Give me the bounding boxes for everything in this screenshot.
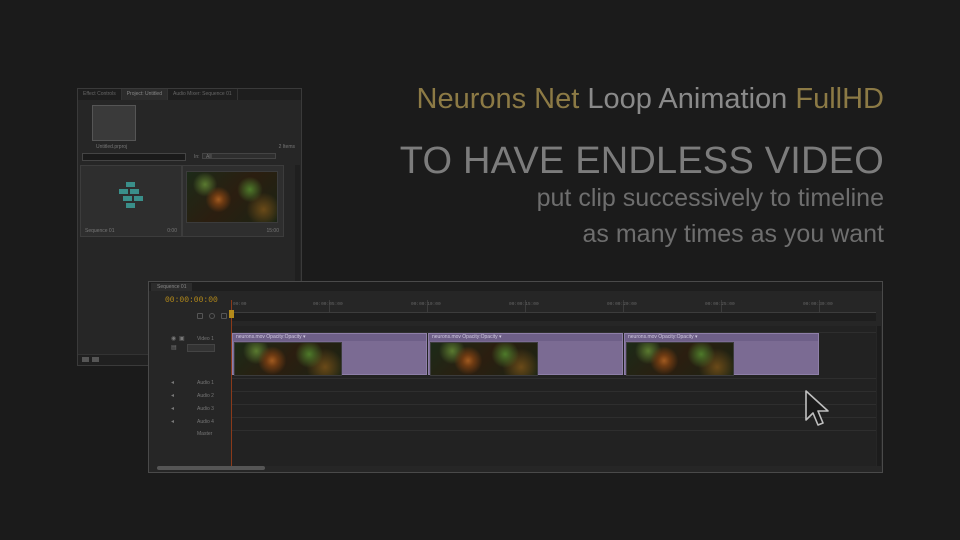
track-divider xyxy=(231,391,876,392)
ruler-tick: 00:00:10:00 xyxy=(411,302,441,307)
clip-name: neurons.mov Opacity:Opacity ▾ xyxy=(429,334,622,341)
clip-name: neurons.mov Opacity:Opacity ▾ xyxy=(233,334,426,341)
arrow-cursor-icon xyxy=(805,390,831,435)
project-name: Untitled.prproj xyxy=(96,144,128,150)
display-style-icon[interactable]: ▤ xyxy=(171,344,177,351)
timeline-tabbar: Sequence 01 xyxy=(149,282,882,291)
title-part-1: Neurons Net xyxy=(416,83,580,115)
timeline-hscrollbar[interactable] xyxy=(157,466,265,470)
track-divider xyxy=(231,430,876,431)
promo-sub-1: put clip successively to timeline xyxy=(536,184,884,212)
clip-thumbnail xyxy=(186,171,278,223)
bin-item-clip[interactable]: 15:00 xyxy=(182,165,284,237)
tab-audio-mixer[interactable]: Audio Mixer: Sequence 01 xyxy=(168,89,238,100)
title-part-2: Loop Animation xyxy=(587,83,788,115)
promo-big-text: TO HAVE ENDLESS VIDEO xyxy=(399,140,884,182)
timeline-panel: Sequence 01 00:00:00:00 00:00 00:00:05:0… xyxy=(148,281,883,473)
clip-thumbnail xyxy=(430,342,538,376)
track-divider xyxy=(231,378,876,379)
ruler-tick: 00:00 xyxy=(233,302,247,307)
bin-item-sequence[interactable]: Sequence 01 0:00 xyxy=(80,165,182,237)
track-label-master: Master xyxy=(197,431,213,437)
title-part-3: FullHD xyxy=(795,83,884,115)
playhead-handle[interactable] xyxy=(229,310,234,318)
ruler-tick: 00:00:30:00 xyxy=(803,302,833,307)
work-area-bar[interactable] xyxy=(231,313,876,321)
track-area[interactable]: neurons.mov Opacity:Opacity ▾ neurons.mo… xyxy=(231,326,876,466)
bin-duration: 0:00 xyxy=(167,228,177,234)
project-search-input[interactable] xyxy=(82,153,186,161)
tab-sequence[interactable]: Sequence 01 xyxy=(151,283,193,291)
project-preview-thumbnail xyxy=(92,105,136,141)
headline: Neurons Net Loop Animation FullHD xyxy=(417,82,885,116)
lock-icon[interactable]: ▣ xyxy=(179,335,185,342)
bin-duration: 15:00 xyxy=(266,228,279,234)
promo-sub-2: as many times as you want xyxy=(582,220,884,248)
ruler-tick: 00:00:25:00 xyxy=(705,302,735,307)
in-label: In: xyxy=(194,154,200,160)
speaker-icon[interactable]: ◂ xyxy=(171,392,174,399)
track-divider xyxy=(231,417,876,418)
time-ruler[interactable]: 00:00 00:00:05:00 00:00:10:00 00:00:15:0… xyxy=(231,300,876,313)
timeline-vscrollbar[interactable] xyxy=(877,326,881,466)
marker-button[interactable] xyxy=(209,313,215,319)
keyframe-nav[interactable] xyxy=(187,344,215,352)
track-label-video1: Video 1 xyxy=(197,336,214,342)
track-label-audio2: Audio 2 xyxy=(197,393,214,399)
track-divider xyxy=(231,404,876,405)
clip-name: neurons.mov Opacity:Opacity ▾ xyxy=(625,334,818,341)
speaker-icon[interactable]: ◂ xyxy=(171,405,174,412)
tab-project[interactable]: Project: Untitled xyxy=(121,89,168,100)
video-clip-2[interactable]: neurons.mov Opacity:Opacity ▾ xyxy=(428,333,623,376)
track-label-audio1: Audio 1 xyxy=(197,380,214,386)
speaker-icon[interactable]: ◂ xyxy=(171,418,174,425)
track-label-audio4: Audio 4 xyxy=(197,419,214,425)
snap-button[interactable] xyxy=(197,313,203,319)
clip-thumbnail xyxy=(626,342,734,376)
playhead-line[interactable] xyxy=(231,300,232,468)
tab-effect-controls[interactable]: Effect Controls xyxy=(78,89,122,100)
video-clip-3[interactable]: neurons.mov Opacity:Opacity ▾ xyxy=(624,333,819,376)
ruler-tick: 00:00:05:00 xyxy=(313,302,343,307)
video-clip-1[interactable]: neurons.mov Opacity:Opacity ▾ xyxy=(232,333,427,376)
bin-label: Sequence 01 xyxy=(85,228,115,234)
promo-title: Neurons Net Loop Animation FullHD xyxy=(417,82,885,116)
clip-thumbnail xyxy=(234,342,342,376)
keyframe-button[interactable] xyxy=(221,313,227,319)
track-label-audio3: Audio 3 xyxy=(197,406,214,412)
list-view-button[interactable] xyxy=(82,357,89,362)
in-select[interactable]: All xyxy=(202,153,276,160)
item-count: 2 Items xyxy=(278,144,295,150)
icon-view-button[interactable] xyxy=(92,357,99,362)
speaker-icon[interactable]: ◂ xyxy=(171,379,174,386)
ruler-tick: 00:00:20:00 xyxy=(607,302,637,307)
ruler-tick: 00:00:15:00 xyxy=(509,302,539,307)
project-panel-tabs: Effect Controls Project: Untitled Audio … xyxy=(78,89,301,100)
timecode-display[interactable]: 00:00:00:00 xyxy=(165,296,218,305)
eye-icon[interactable]: ◉ xyxy=(171,335,176,342)
